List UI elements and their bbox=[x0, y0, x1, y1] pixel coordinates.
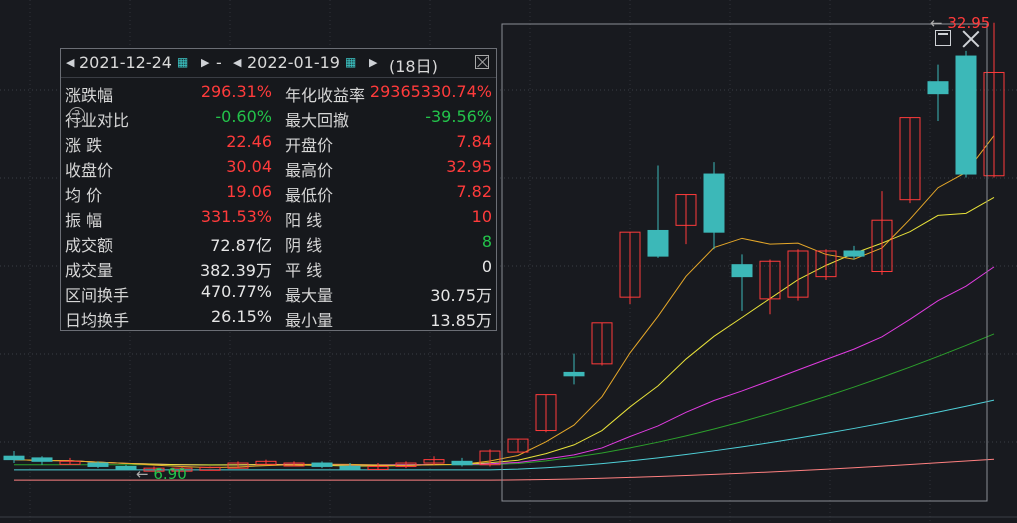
stat-value: 22.46 bbox=[226, 132, 272, 151]
stat-value: -0.60% bbox=[215, 107, 272, 126]
stat-value: 19.06 bbox=[226, 182, 272, 201]
maximize-icon[interactable] bbox=[935, 30, 951, 46]
stat-value: 29365330.74% bbox=[369, 82, 492, 101]
selection-range-box bbox=[501, 23, 988, 502]
stat-value: 296.31% bbox=[200, 82, 272, 101]
stat-value: 10 bbox=[471, 207, 492, 226]
stat-value: 30.75万 bbox=[430, 286, 492, 305]
candle-body bbox=[31, 457, 53, 462]
stat-value: -39.56% bbox=[425, 107, 492, 126]
low-price-value: 6.90 bbox=[153, 465, 187, 483]
stat-value: 0 bbox=[481, 257, 492, 276]
stat-row: 涨跌幅 296.31% 年化收益率 29365330.74% bbox=[61, 82, 496, 107]
low-arrow-icon: ← bbox=[136, 465, 149, 483]
candle-body bbox=[451, 460, 473, 466]
range-statistics-panel: ◀ 2021-12-24 ▦ ▶ - ◀ 2022-01-19 ▦ ▶ (18日… bbox=[60, 48, 497, 331]
candle-body bbox=[843, 250, 865, 257]
stat-label: 区间换手 bbox=[65, 286, 130, 305]
stat-row: 均 价 19.06 最低价 7.82 bbox=[61, 182, 496, 207]
high-arrow-icon: ← bbox=[930, 14, 943, 32]
candle-body bbox=[927, 81, 949, 95]
candle-body bbox=[731, 264, 753, 278]
stat-label: 最小量 bbox=[285, 311, 334, 330]
high-price-value: 32.95 bbox=[947, 14, 991, 32]
stat-value: 7.84 bbox=[456, 132, 492, 151]
candle-body bbox=[955, 55, 977, 175]
candle-body bbox=[3, 455, 25, 461]
stat-value: 32.95 bbox=[446, 157, 492, 176]
stat-value: 331.53% bbox=[200, 207, 272, 226]
stat-row: 收盘价 30.04 最高价 32.95 bbox=[61, 157, 496, 182]
stat-row: 成交额 72.87亿 阴 线 8 bbox=[61, 232, 496, 257]
stat-label: 振 幅 bbox=[65, 211, 103, 230]
stat-label: 均 价 bbox=[65, 186, 103, 205]
high-price-label: ← 32.95 bbox=[930, 14, 990, 32]
start-date[interactable]: 2021-12-24 bbox=[79, 53, 172, 72]
stat-label: 阴 线 bbox=[285, 236, 323, 255]
stat-value: 7.82 bbox=[456, 182, 492, 201]
stat-row: 振 幅 331.53% 阳 线 10 bbox=[61, 207, 496, 232]
day-count: (18日) bbox=[389, 57, 438, 76]
stat-label: 成交量 bbox=[65, 261, 114, 280]
stat-label: 阳 线 bbox=[285, 211, 323, 230]
date-range-header: ◀ 2021-12-24 ▦ ▶ - ◀ 2022-01-19 ▦ ▶ (18日… bbox=[61, 49, 496, 78]
end-calendar-icon[interactable]: ▦ bbox=[345, 55, 356, 69]
stat-value: 13.85万 bbox=[430, 311, 492, 330]
ma60-line bbox=[14, 399, 995, 471]
stat-row: 成交量 382.39万 平 线 0 bbox=[61, 257, 496, 282]
stat-label: 年化收益率 bbox=[285, 86, 366, 105]
stat-label: 最大量 bbox=[285, 286, 334, 305]
start-next-arrow-icon[interactable]: ▶ bbox=[201, 56, 209, 69]
start-prev-arrow-icon[interactable]: ◀ bbox=[66, 56, 74, 69]
stat-row: 日均换手 26.15% 最小量 13.85万 bbox=[61, 307, 496, 332]
close-panel-icon[interactable] bbox=[475, 55, 489, 69]
date-separator: - bbox=[216, 53, 222, 72]
stat-value: 470.77% bbox=[200, 282, 272, 301]
stat-label: 最大回撤 bbox=[285, 111, 350, 130]
stat-label: 平 线 bbox=[285, 261, 323, 280]
end-prev-arrow-icon[interactable]: ◀ bbox=[233, 56, 241, 69]
stat-label: 最低价 bbox=[285, 186, 334, 205]
stat-row: 区间换手 470.77% 最大量 30.75万 bbox=[61, 282, 496, 307]
stat-value: 30.04 bbox=[226, 157, 272, 176]
candle-body bbox=[339, 465, 361, 470]
stat-row: 涨 跌 22.46 开盘价 7.84 bbox=[61, 132, 496, 157]
end-date[interactable]: 2022-01-19 bbox=[247, 53, 340, 72]
stat-value: 26.15% bbox=[210, 307, 272, 326]
candle-body bbox=[311, 462, 333, 467]
candle-body bbox=[199, 466, 221, 471]
candle-body bbox=[87, 462, 109, 467]
stat-value: 382.39万 bbox=[200, 261, 272, 280]
stat-label: 涨 跌 bbox=[65, 136, 103, 155]
candle-body bbox=[647, 229, 669, 257]
stat-value: 72.87亿 bbox=[210, 236, 272, 255]
stat-row: 行业对比? -0.60% 最大回撤 -39.56% bbox=[61, 107, 496, 132]
stat-label: 涨跌幅 bbox=[65, 86, 114, 105]
help-icon[interactable]: ? bbox=[69, 107, 85, 123]
start-calendar-icon[interactable]: ▦ bbox=[177, 55, 188, 69]
stat-value: 8 bbox=[481, 232, 492, 251]
candle-body bbox=[703, 173, 725, 233]
stat-label: 成交额 bbox=[65, 236, 114, 255]
candle-body bbox=[115, 465, 137, 470]
end-next-arrow-icon[interactable]: ▶ bbox=[369, 56, 377, 69]
stat-label: 最高价 bbox=[285, 161, 334, 180]
candle-body bbox=[563, 371, 585, 377]
low-price-label: ← 6.90 bbox=[136, 465, 187, 483]
stat-label: 日均换手 bbox=[65, 311, 130, 330]
stat-label: 开盘价 bbox=[285, 136, 334, 155]
stat-label: 收盘价 bbox=[65, 161, 114, 180]
